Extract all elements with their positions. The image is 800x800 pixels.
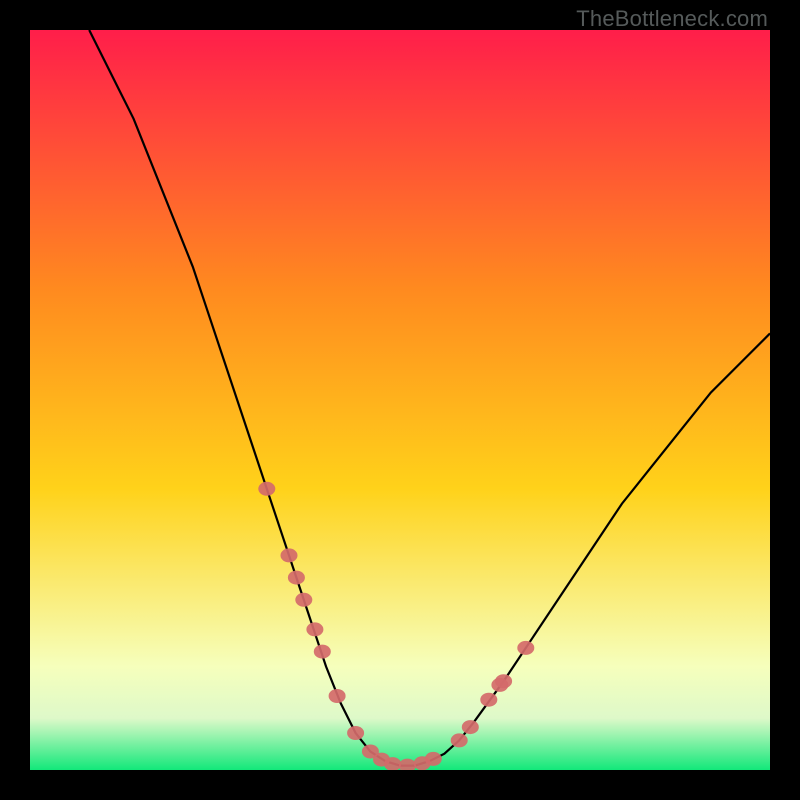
curve-marker — [258, 482, 275, 496]
curve-marker — [295, 593, 312, 607]
curve-marker — [451, 733, 468, 747]
curve-marker — [425, 752, 442, 766]
curve-marker — [347, 726, 364, 740]
curve-marker — [306, 622, 323, 636]
curve-marker — [329, 689, 346, 703]
curve-marker — [517, 641, 534, 655]
chart-frame — [30, 30, 770, 770]
watermark-text: TheBottleneck.com — [576, 6, 768, 32]
curve-marker — [480, 693, 497, 707]
curve-marker — [495, 674, 512, 688]
curve-marker — [462, 720, 479, 734]
curve-marker — [314, 645, 331, 659]
curve-marker — [281, 548, 298, 562]
curve-marker — [288, 571, 305, 585]
bottleneck-chart — [30, 30, 770, 770]
gradient-background — [30, 30, 770, 770]
